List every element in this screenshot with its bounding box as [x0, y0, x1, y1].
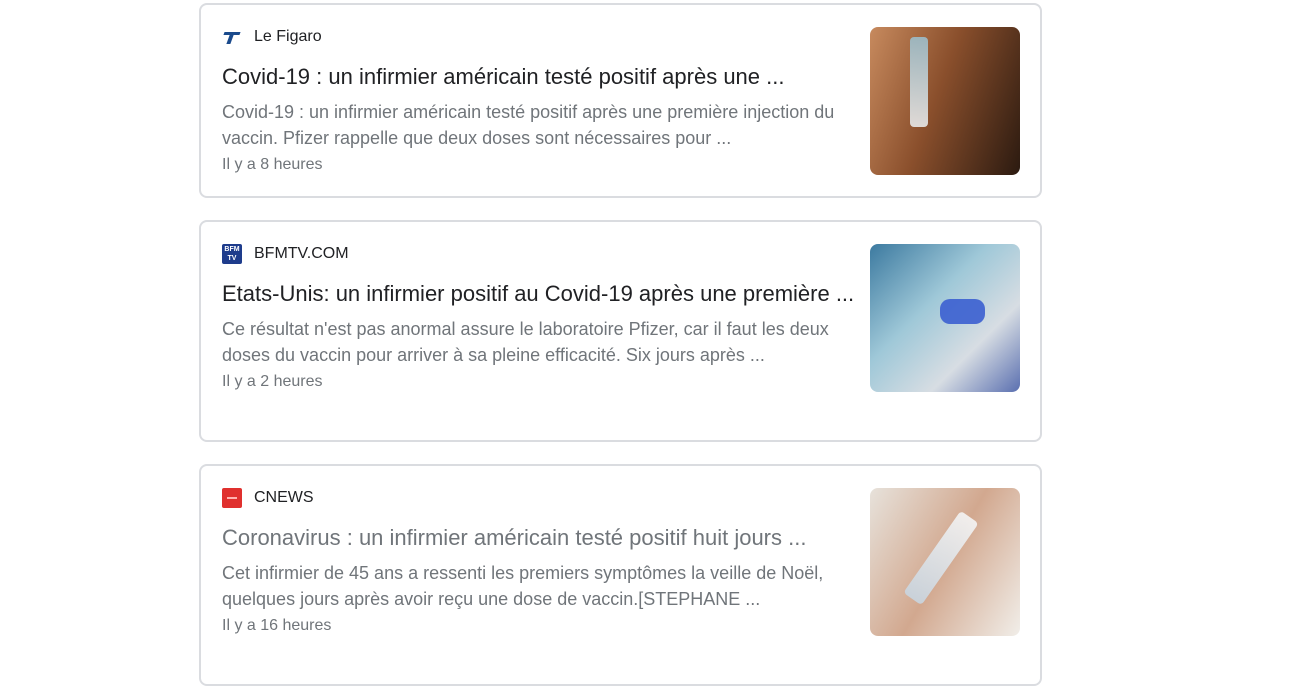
source-name: Le Figaro [254, 28, 322, 45]
news-timestamp: Il y a 2 heures [222, 373, 323, 390]
bfmtv-icon: BFM TV [222, 244, 242, 264]
news-timestamp: Il y a 16 heures [222, 617, 332, 634]
source-name: CNEWS [254, 489, 314, 506]
news-card[interactable]: BFM TV BFMTV.COM Etats-Unis: un infirmie… [199, 220, 1042, 442]
vaccine-syringe-image[interactable] [870, 27, 1020, 175]
news-source: CNEWS [222, 486, 856, 510]
vaccine-vial-image[interactable] [870, 488, 1020, 636]
news-title-link[interactable]: Covid-19 : un infirmier américain testé … [222, 61, 856, 93]
cnews-icon [222, 488, 242, 508]
news-source: Le Figaro [222, 25, 856, 49]
news-title-link[interactable]: Etats-Unis: un infirmier positif au Covi… [222, 278, 856, 310]
news-source: BFM TV BFMTV.COM [222, 242, 856, 266]
news-snippet: Cet infirmier de 45 ans a ressenti les p… [222, 563, 824, 609]
le-figaro-icon [222, 27, 242, 47]
news-card[interactable]: Le Figaro Covid-19 : un infirmier améric… [199, 3, 1042, 198]
news-card[interactable]: CNEWS Coronavirus : un infirmier américa… [199, 464, 1042, 686]
news-card-content: Le Figaro Covid-19 : un infirmier améric… [222, 25, 856, 177]
news-card-content: BFM TV BFMTV.COM Etats-Unis: un infirmie… [222, 242, 856, 394]
news-snippet: Covid-19 : un infirmier américain testé … [222, 102, 835, 148]
source-name: BFMTV.COM [254, 245, 349, 262]
news-card-content: CNEWS Coronavirus : un infirmier américa… [222, 486, 856, 638]
news-snippet: Ce résultat n'est pas anormal assure le … [222, 319, 829, 365]
nurse-vaccination-image[interactable] [870, 244, 1020, 392]
news-timestamp: Il y a 8 heures [222, 156, 323, 173]
news-title-link[interactable]: Coronavirus : un infirmier américain tes… [222, 522, 856, 554]
